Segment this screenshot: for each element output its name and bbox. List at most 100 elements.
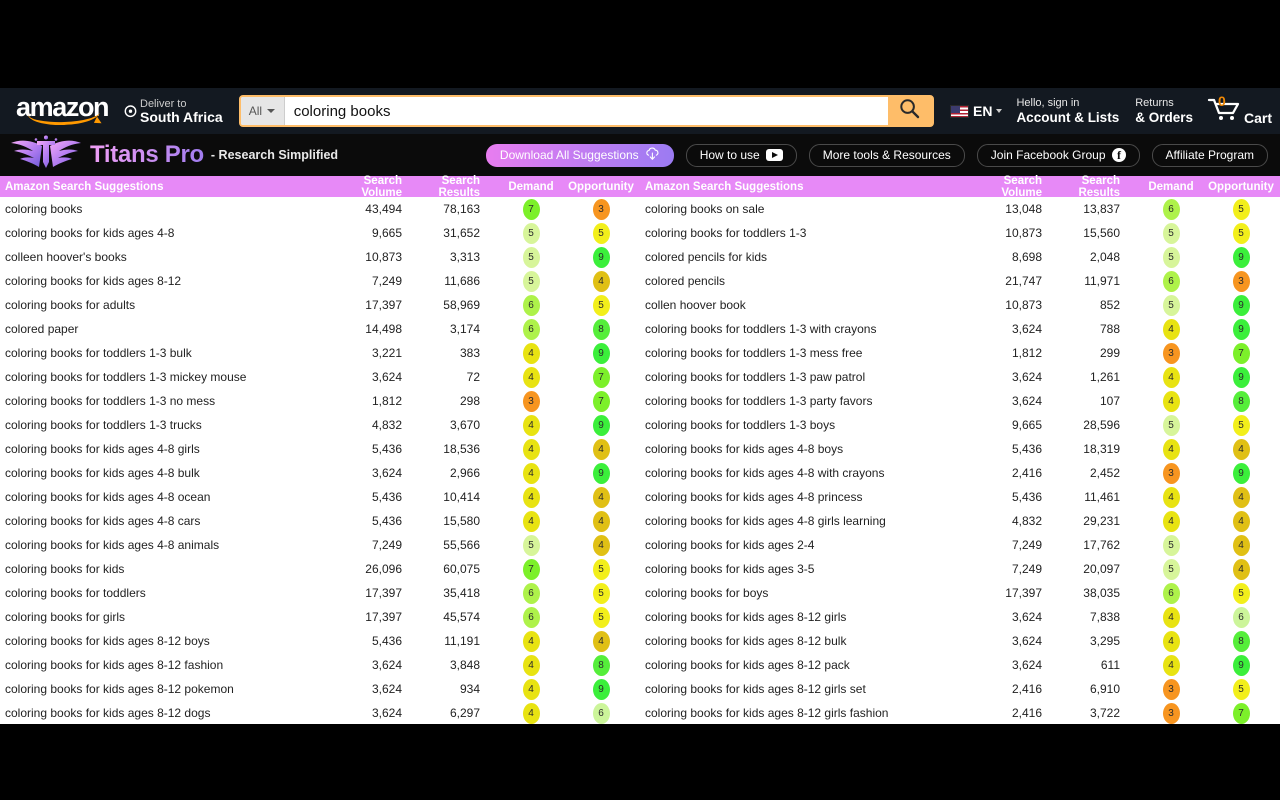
table-row[interactable]: coloring books for kids ages 8-127,24911…: [0, 269, 640, 293]
table-row[interactable]: colored paper14,4983,17468: [0, 317, 640, 341]
cell-search-results: 788: [1048, 322, 1140, 336]
account-and-lists-button[interactable]: Hello, sign in Account & Lists: [1008, 93, 1127, 129]
table-row[interactable]: coloring books for girls17,39745,57465: [0, 605, 640, 629]
table-row[interactable]: coloring books for kids ages 3-57,24920,…: [640, 557, 1280, 581]
column-header-search-results[interactable]: Search Results: [408, 175, 500, 199]
table-row[interactable]: coloring books for toddlers 1-3 boys9,66…: [640, 413, 1280, 437]
cell-search-results: 299: [1048, 346, 1140, 360]
deliver-to-button[interactable]: Deliver to South Africa: [120, 92, 231, 129]
table-row[interactable]: coloring books for kids ages 4-8 girls l…: [640, 509, 1280, 533]
table-row[interactable]: colleen hoover's books10,8733,31359: [0, 245, 640, 269]
table-row[interactable]: coloring books43,49478,16373: [0, 197, 640, 221]
table-row[interactable]: coloring books for kids ages 8-12 pack3,…: [640, 653, 1280, 677]
how-to-use-button[interactable]: How to use: [686, 144, 797, 167]
cell-search-term: coloring books for girls: [0, 610, 324, 624]
titans-toolbar-buttons: Download All Suggestions How to use More…: [486, 144, 1272, 167]
cell-search-term: coloring books for kids ages 3-5: [640, 562, 964, 576]
table-row[interactable]: coloring books for toddlers 1-3 party fa…: [640, 389, 1280, 413]
table-row[interactable]: coloring books for toddlers 1-3 trucks4,…: [0, 413, 640, 437]
cart-button[interactable]: 0 Cart: [1201, 92, 1274, 131]
cell-opportunity: 4: [1202, 511, 1280, 532]
cell-opportunity: 9: [562, 343, 640, 364]
suggestions-table-left: Amazon Search SuggestionsSearch VolumeSe…: [0, 176, 640, 724]
amazon-logo-link[interactable]: amazon: [6, 92, 118, 130]
column-header-opportunity[interactable]: Opportunity: [1202, 181, 1280, 193]
titans-pro-winged-logo-icon: [8, 134, 84, 177]
table-row[interactable]: coloring books for kids ages 4-8 animals…: [0, 533, 640, 557]
table-row[interactable]: colored pencils for kids8,6982,04859: [640, 245, 1280, 269]
table-row[interactable]: colored pencils21,74711,97163: [640, 269, 1280, 293]
table-row[interactable]: coloring books for kids ages 4-8 princes…: [640, 485, 1280, 509]
cell-search-term: coloring books for kids ages 8-12 pokemo…: [0, 682, 324, 696]
cell-demand: 4: [1140, 319, 1202, 340]
table-row[interactable]: coloring books for toddlers 1-3 mess fre…: [640, 341, 1280, 365]
facebook-icon: f: [1112, 148, 1126, 162]
table-row[interactable]: coloring books for adults17,39758,96965: [0, 293, 640, 317]
column-header-term[interactable]: Amazon Search Suggestions: [0, 181, 324, 193]
column-header-search-results[interactable]: Search Results: [1048, 175, 1140, 199]
cell-demand: 4: [1140, 631, 1202, 652]
cell-search-volume: 5,436: [964, 490, 1048, 504]
table-row[interactable]: coloring books for kids ages 4-8 boys5,4…: [640, 437, 1280, 461]
table-row[interactable]: coloring books for kids ages 4-8 girls5,…: [0, 437, 640, 461]
table-row[interactable]: coloring books for kids ages 8-12 dogs3,…: [0, 701, 640, 725]
cell-search-term: coloring books for kids ages 4-8 with cr…: [640, 466, 964, 480]
column-header-term[interactable]: Amazon Search Suggestions: [640, 181, 964, 193]
table-row[interactable]: coloring books for kids26,09660,07575: [0, 557, 640, 581]
download-all-suggestions-label: Download All Suggestions: [500, 148, 639, 162]
table-row[interactable]: coloring books for kids ages 4-8 ocean5,…: [0, 485, 640, 509]
table-row[interactable]: coloring books for kids ages 4-8 bulk3,6…: [0, 461, 640, 485]
returns-and-orders-button[interactable]: Returns & Orders: [1127, 93, 1201, 129]
column-header-demand[interactable]: Demand: [500, 181, 562, 193]
table-row[interactable]: coloring books for kids ages 4-8 cars5,4…: [0, 509, 640, 533]
table-row[interactable]: coloring books for kids ages 8-12 boys5,…: [0, 629, 640, 653]
table-row[interactable]: coloring books for kids ages 2-47,24917,…: [640, 533, 1280, 557]
table-row[interactable]: coloring books for kids ages 8-12 bulk3,…: [640, 629, 1280, 653]
opportunity-score-badge: 5: [1233, 415, 1250, 436]
cell-opportunity: 4: [1202, 559, 1280, 580]
table-row[interactable]: coloring books for boys17,39738,03565: [640, 581, 1280, 605]
cell-demand: 6: [500, 607, 562, 628]
cell-search-term: coloring books for toddlers: [0, 586, 324, 600]
demand-score-badge: 3: [1163, 679, 1180, 700]
table-row[interactable]: coloring books for kids ages 4-89,66531,…: [0, 221, 640, 245]
demand-score-badge: 4: [1163, 439, 1180, 460]
table-row[interactable]: coloring books for toddlers 1-3 no mess1…: [0, 389, 640, 413]
more-tools-and-resources-button[interactable]: More tools & Resources: [809, 144, 965, 167]
join-facebook-group-button[interactable]: Join Facebook Group f: [977, 144, 1140, 167]
language-selector[interactable]: EN: [944, 103, 1008, 119]
table-row[interactable]: collen hoover book10,87385259: [640, 293, 1280, 317]
table-row[interactable]: coloring books for toddlers 1-3 with cra…: [640, 317, 1280, 341]
cell-search-volume: 3,624: [964, 370, 1048, 384]
table-row[interactable]: coloring books for toddlers17,39735,4186…: [0, 581, 640, 605]
cell-search-results: 15,560: [1048, 226, 1140, 240]
cell-demand: 6: [1140, 199, 1202, 220]
table-row[interactable]: coloring books for kids ages 8-12 pokemo…: [0, 677, 640, 701]
search-input[interactable]: [285, 97, 888, 125]
table-row[interactable]: coloring books for kids ages 8-12 girls3…: [640, 605, 1280, 629]
column-header-opportunity[interactable]: Opportunity: [562, 181, 640, 193]
table-row[interactable]: coloring books for kids ages 8-12 fashio…: [0, 653, 640, 677]
cell-search-term: coloring books for toddlers 1-3 paw patr…: [640, 370, 964, 384]
table-row[interactable]: coloring books for toddlers 1-310,87315,…: [640, 221, 1280, 245]
cell-demand: 5: [1140, 295, 1202, 316]
table-row[interactable]: coloring books on sale13,04813,83765: [640, 197, 1280, 221]
chevron-down-icon: [996, 109, 1002, 113]
table-row[interactable]: coloring books for kids ages 4-8 with cr…: [640, 461, 1280, 485]
table-row[interactable]: coloring books for kids ages 8-12 girls …: [640, 677, 1280, 701]
table-row[interactable]: coloring books for kids ages 8-12 girls …: [640, 701, 1280, 725]
column-header-search-volume[interactable]: Search Volume: [324, 175, 408, 199]
column-header-search-volume[interactable]: Search Volume: [964, 175, 1048, 199]
table-row[interactable]: coloring books for toddlers 1-3 mickey m…: [0, 365, 640, 389]
search-category-dropdown[interactable]: All: [241, 97, 285, 125]
table-row[interactable]: coloring books for toddlers 1-3 paw patr…: [640, 365, 1280, 389]
cell-search-volume: 5,436: [324, 634, 408, 648]
download-all-suggestions-button[interactable]: Download All Suggestions: [486, 144, 674, 167]
cell-search-volume: 2,416: [964, 706, 1048, 720]
search-submit-button[interactable]: [888, 97, 932, 125]
column-header-demand[interactable]: Demand: [1140, 181, 1202, 193]
table-row[interactable]: coloring books for toddlers 1-3 bulk3,22…: [0, 341, 640, 365]
affiliate-program-button[interactable]: Affiliate Program: [1152, 144, 1268, 167]
cell-opportunity: 9: [1202, 247, 1280, 268]
cell-search-volume: 3,624: [964, 610, 1048, 624]
